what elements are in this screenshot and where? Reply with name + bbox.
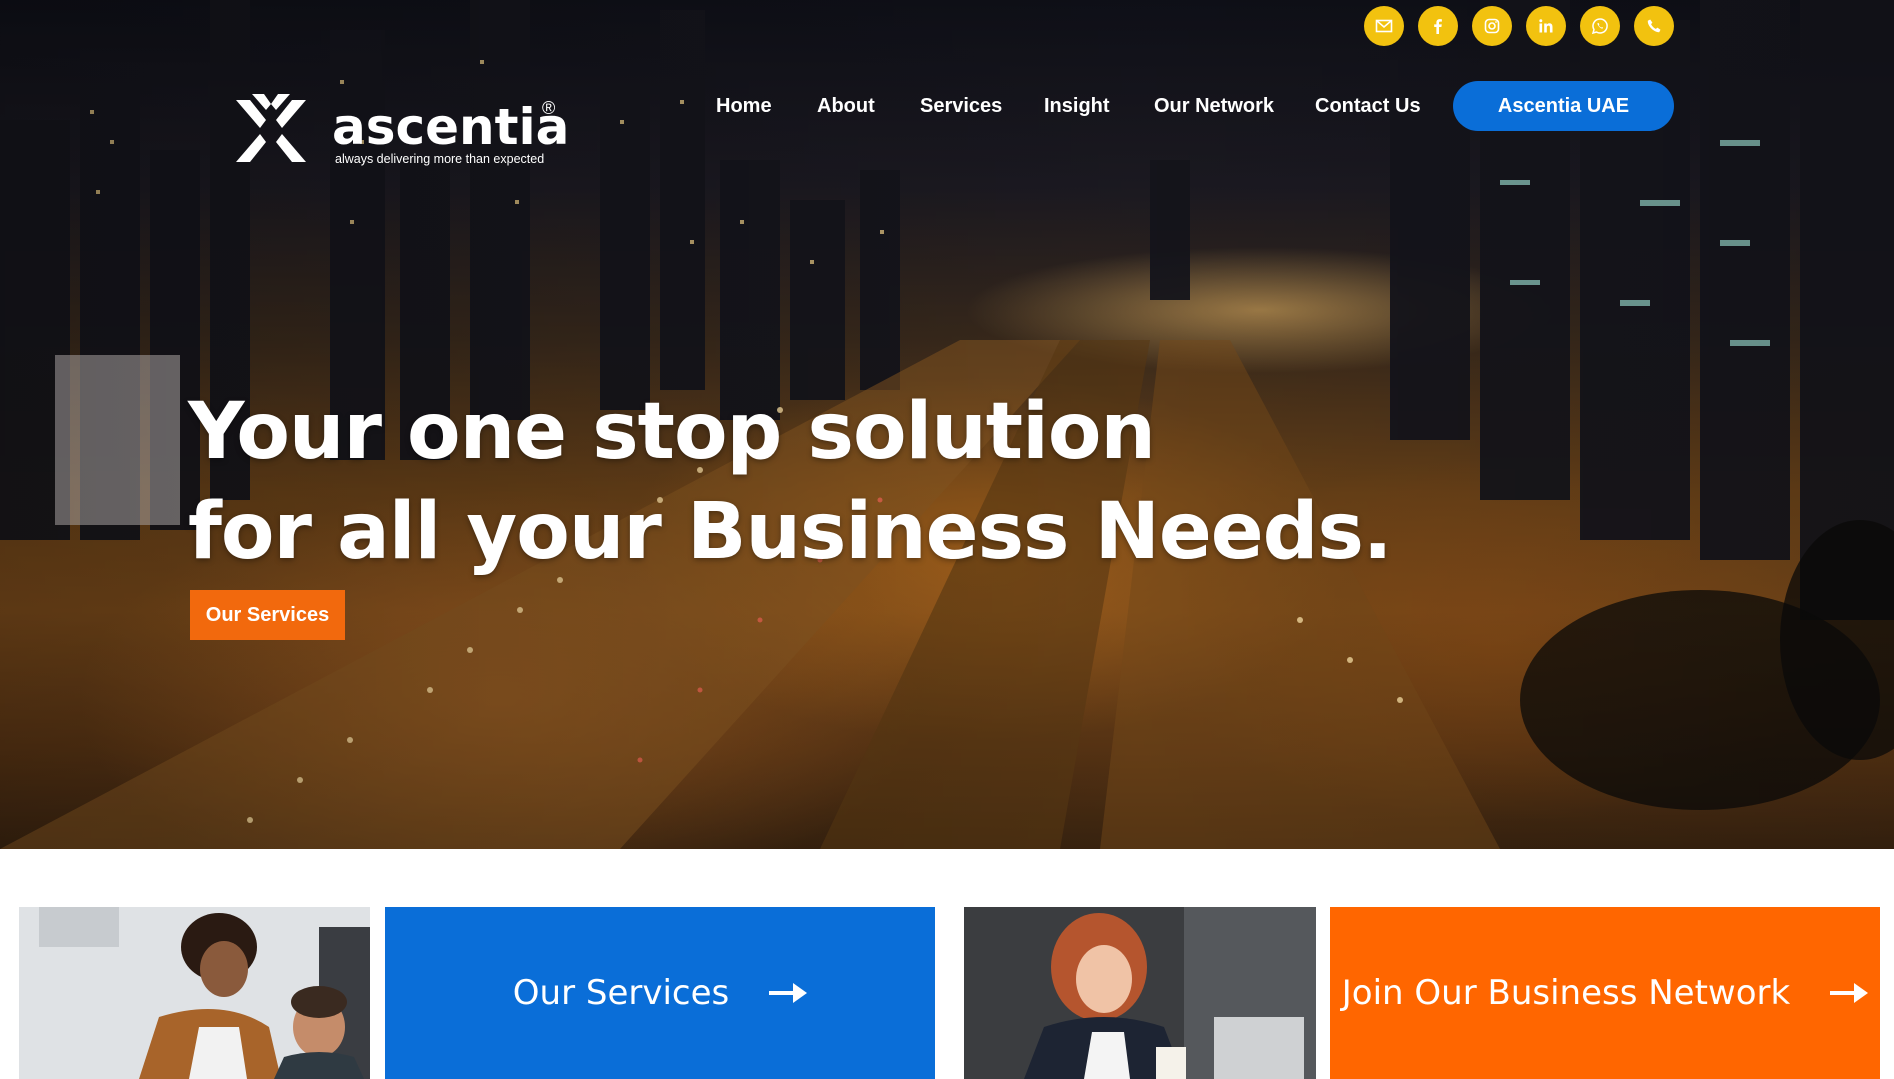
registered-mark: ® bbox=[542, 98, 556, 118]
instagram-icon[interactable] bbox=[1472, 6, 1512, 46]
nav-our-network[interactable]: Our Network bbox=[1154, 90, 1274, 122]
our-services-card-label: Our Services bbox=[512, 973, 730, 1013]
nav-services[interactable]: Services bbox=[920, 90, 1002, 122]
mail-icon[interactable] bbox=[1364, 6, 1404, 46]
linkedin-icon[interactable] bbox=[1526, 6, 1566, 46]
our-services-card[interactable]: Our Services bbox=[385, 907, 935, 1079]
arrow-right-icon bbox=[1830, 983, 1869, 1003]
ascentia-mark-icon bbox=[236, 94, 306, 162]
businesswoman-photo bbox=[964, 907, 1316, 1079]
ascentia-uae-button[interactable]: Ascentia UAE bbox=[1453, 81, 1674, 131]
arrow-right-icon bbox=[769, 983, 808, 1003]
team-photo-image bbox=[19, 907, 370, 1079]
hero-headline-line-1: Your one stop solution bbox=[188, 387, 1156, 477]
hero-headline-line-2: for all your Business Needs. bbox=[188, 487, 1393, 577]
businesswoman-photo-image bbox=[964, 907, 1316, 1079]
social-links bbox=[1364, 6, 1674, 46]
brand-name: ascentia bbox=[332, 98, 570, 156]
join-business-network-label: Join Our Business Network bbox=[1341, 973, 1791, 1013]
our-services-button[interactable]: Our Services bbox=[190, 590, 345, 640]
facebook-icon[interactable] bbox=[1418, 6, 1458, 46]
join-business-network-card[interactable]: Join Our Business Network bbox=[1330, 907, 1880, 1079]
team-photo bbox=[19, 907, 370, 1079]
nav-insight[interactable]: Insight bbox=[1044, 90, 1110, 122]
hero-headline: Your one stop solution for all your Busi… bbox=[188, 382, 1393, 582]
nav-contact-us[interactable]: Contact Us bbox=[1315, 90, 1421, 122]
brand-tagline: always delivering more than expected bbox=[335, 152, 545, 166]
nav-home[interactable]: Home bbox=[716, 90, 772, 122]
ascentia-logo[interactable]: ascentia ® always delivering more than e… bbox=[230, 88, 569, 174]
phone-icon[interactable] bbox=[1634, 6, 1674, 46]
whatsapp-icon[interactable] bbox=[1580, 6, 1620, 46]
nav-about[interactable]: About bbox=[817, 90, 875, 122]
